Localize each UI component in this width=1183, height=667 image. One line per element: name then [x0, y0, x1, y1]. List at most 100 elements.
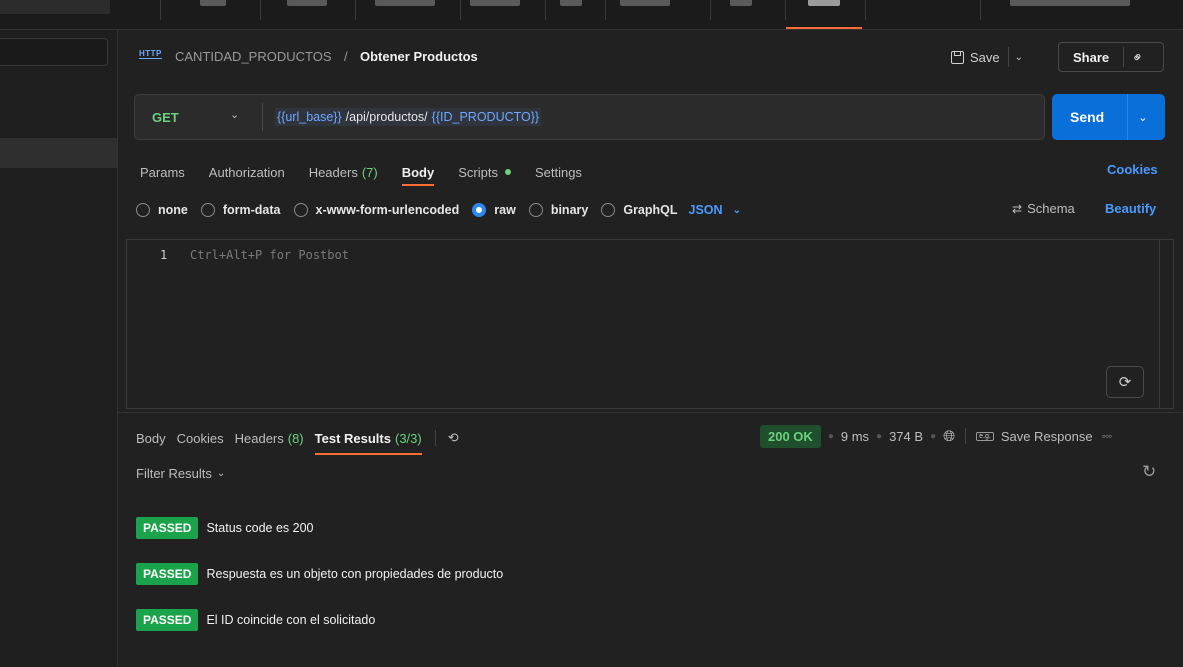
share-label: Share — [1073, 49, 1110, 65]
tab-divider — [785, 0, 786, 20]
tab-settings[interactable]: Settings — [535, 160, 582, 184]
sliders-icon: ⇄ — [1012, 201, 1022, 216]
radio-icon — [293, 203, 308, 217]
new-import-buttons[interactable] — [0, 0, 110, 14]
tab-fragment[interactable] — [287, 0, 327, 6]
radio-icon — [136, 203, 150, 217]
response-status: 200 OK ● 9 ms ● 374 B ● 🌐︎ e.g. Save Res… — [760, 424, 1113, 448]
tab-divider — [865, 0, 866, 20]
breadcrumb-request-name[interactable]: Obtener Productos — [360, 49, 478, 64]
status-badge: PASSED — [136, 517, 199, 539]
line-number: 1 — [160, 248, 168, 262]
radio-binary[interactable]: binary — [528, 203, 588, 217]
cookies-link[interactable]: Cookies — [1107, 162, 1158, 177]
response-divider[interactable] — [118, 412, 1183, 413]
tab-divider — [710, 0, 711, 20]
url-input[interactable]: {{url_base}} /api/productos/ {{ID_PRODUC… — [275, 108, 542, 126]
body-editor[interactable]: 1 Ctrl+Alt+P for Postbot ⟳ — [126, 239, 1174, 409]
tab-response-headers[interactable]: Headers (8) — [235, 429, 304, 447]
filter-results-dropdown[interactable]: Filter Results ⌄ — [136, 466, 225, 481]
radio-graphql[interactable]: GraphQL — [601, 203, 678, 217]
save-button[interactable]: Save ⌄ — [945, 42, 1041, 72]
tab-fragment[interactable] — [730, 0, 752, 6]
list-item: PASSED El ID coincide con el solicitado — [136, 609, 503, 631]
list-item: PASSED Status code es 200 — [136, 517, 503, 539]
list-item: PASSED Respuesta es un objeto con propie… — [136, 563, 503, 585]
radio-icon — [601, 203, 616, 217]
top-tab-strip — [0, 0, 1183, 30]
radio-form-data[interactable]: form-data — [200, 203, 281, 217]
tab-fragment[interactable] — [375, 0, 435, 6]
tab-body[interactable]: Body — [401, 160, 435, 186]
active-tab-underline — [314, 453, 422, 455]
chevron-down-icon[interactable]: ⌄ — [230, 108, 239, 121]
body-format-select[interactable]: JSON ⌄ — [689, 203, 741, 217]
chevron-down-icon[interactable]: ⌄ — [1015, 52, 1023, 63]
tab-divider — [355, 0, 356, 20]
test-name: Status code es 200 — [206, 521, 314, 535]
tab-response-cookies[interactable]: Cookies — [177, 429, 224, 447]
headers-count: (7) — [361, 164, 378, 180]
save-response-icon: e.g. — [976, 431, 994, 441]
sidebar-search-input[interactable] — [0, 38, 108, 66]
request-tabs: Params Authorization Headers (7) Body Scr… — [140, 160, 606, 186]
method-select[interactable]: GET — [152, 110, 179, 125]
test-name: El ID coincide con el solicitado — [206, 613, 376, 627]
tab-params[interactable]: Params — [140, 160, 185, 184]
postbot-button[interactable]: ⟳ — [1106, 366, 1144, 398]
response-time[interactable]: 9 ms — [841, 429, 869, 444]
radio-selected-icon — [472, 203, 487, 217]
beautify-button[interactable]: Beautify — [1105, 201, 1156, 216]
globe-icon[interactable]: 🌐︎ — [943, 428, 955, 445]
tab-response-body[interactable]: Body — [136, 429, 166, 447]
save-response-button[interactable]: Save Response — [1001, 429, 1093, 444]
send-button[interactable]: Send ⌄ — [1052, 94, 1165, 140]
status-badge: PASSED — [136, 563, 199, 585]
chevron-down-icon: ⌄ — [216, 468, 226, 479]
environment-selector[interactable] — [1010, 0, 1130, 6]
chevron-down-icon[interactable]: ⌄ — [1138, 111, 1147, 124]
tab-scripts[interactable]: Scripts — [458, 160, 511, 184]
breadcrumb-collection[interactable]: CANTIDAD_PRODUCTOS — [175, 49, 332, 64]
tab-fragment[interactable] — [200, 0, 226, 6]
url-variable: {{ID_PRODUCTO}} — [431, 110, 540, 124]
tab-divider — [980, 0, 981, 20]
response-headers-count: (8) — [287, 430, 304, 446]
sidebar-selected-item[interactable] — [0, 138, 117, 168]
radio-icon — [528, 203, 543, 217]
tab-test-results[interactable]: Test Results (3/3) — [314, 429, 422, 455]
test-name: Respuesta es un objeto con propiedades d… — [206, 567, 504, 581]
radio-raw[interactable]: raw — [472, 203, 516, 217]
tab-divider — [260, 0, 261, 20]
tab-fragment[interactable] — [560, 0, 582, 6]
response-tabs: Body Cookies Headers (8) Test Results (3/3… — [136, 426, 459, 455]
response-size[interactable]: 374 B — [889, 429, 923, 444]
refresh-icon[interactable]: ↻ — [1142, 462, 1156, 482]
editor-placeholder: Ctrl+Alt+P for Postbot — [190, 248, 349, 262]
active-tab-underline — [786, 27, 862, 29]
url-bar: GET ⌄ {{url_base}} /api/productos/ {{ID_… — [134, 94, 1045, 140]
active-tab-fragment[interactable] — [808, 0, 840, 6]
test-results-count: (3/3) — [394, 430, 422, 446]
postbot-icon: ⟳ — [1118, 374, 1132, 391]
history-icon[interactable]: ⟲ — [448, 430, 459, 446]
editor-scrollbar[interactable] — [1159, 240, 1173, 408]
radio-none[interactable]: none — [136, 203, 188, 217]
tab-fragment[interactable] — [470, 0, 520, 6]
share-button[interactable]: Share ⚭ — [1058, 42, 1164, 72]
tab-divider — [160, 0, 161, 20]
tab-authorization[interactable]: Authorization — [209, 160, 285, 184]
link-icon[interactable]: ⚭ — [1128, 47, 1148, 67]
sidebar — [0, 30, 118, 667]
test-results-list: PASSED Status code es 200 PASSED Respues… — [136, 517, 503, 655]
tab-fragment[interactable] — [620, 0, 670, 6]
radio-urlencoded[interactable]: x-www-form-urlencoded — [293, 203, 459, 217]
schema-button[interactable]: ⇄ Schema — [1012, 201, 1075, 216]
tab-headers[interactable]: Headers (7) — [309, 160, 378, 184]
save-label: Save — [970, 49, 1000, 65]
chevron-down-icon: ⌄ — [732, 204, 741, 216]
more-options-icon[interactable]: ◦◦◦ — [1102, 429, 1113, 443]
status-badge[interactable]: 200 OK — [760, 424, 821, 448]
scripts-indicator-dot — [504, 169, 511, 175]
tab-divider — [460, 0, 461, 20]
